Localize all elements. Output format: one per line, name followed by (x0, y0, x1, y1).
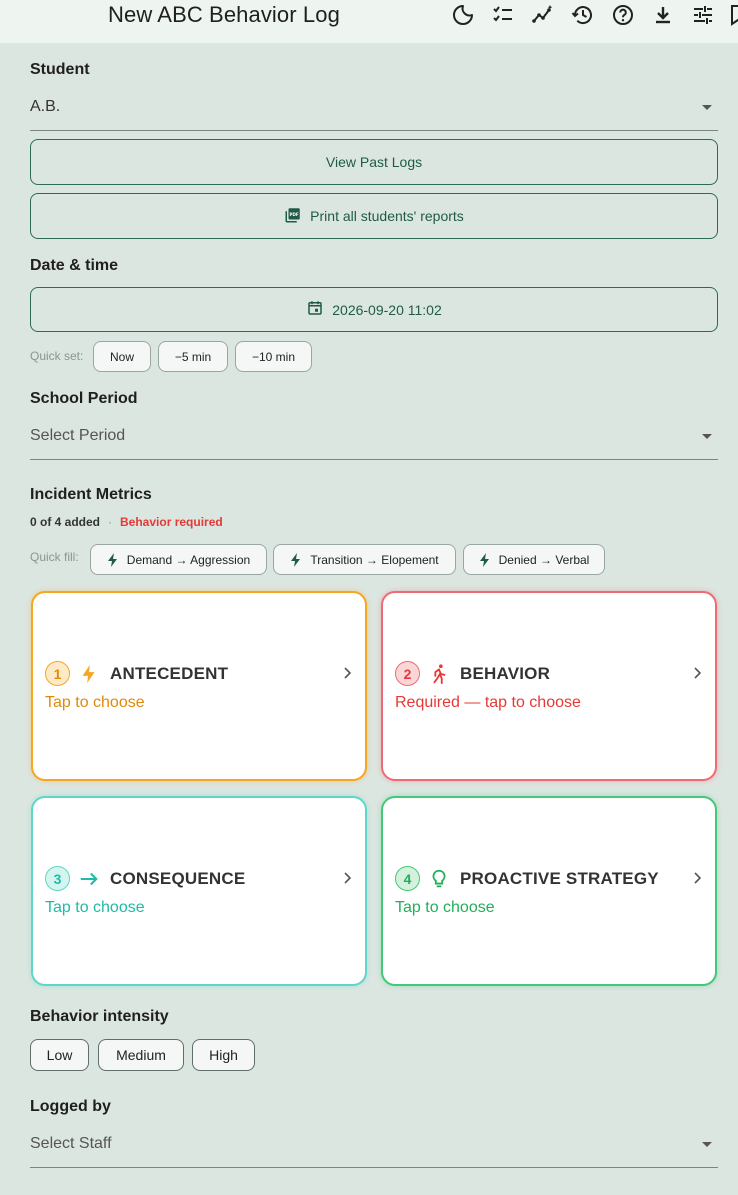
quick-fill-label: Quick fill: (30, 550, 79, 564)
chevron-down-icon (702, 434, 712, 439)
bolt-icon (291, 552, 301, 567)
pdf-icon: PDF (284, 206, 302, 227)
arrow-right-icon (78, 868, 100, 890)
consequence-title: CONSEQUENCE (110, 868, 246, 888)
running-person-icon (428, 663, 450, 685)
behavior-subtitle: Required — tap to choose (395, 694, 581, 711)
checklist-icon[interactable] (491, 3, 515, 27)
behavior-required-text: Behavior required (120, 515, 223, 529)
bookmark-icon[interactable] (726, 3, 738, 27)
datetime-label: Date & time (30, 257, 119, 274)
view-past-logs-label: View Past Logs (325, 154, 423, 170)
period-placeholder: Select Period (30, 427, 126, 444)
app-bar: New ABC Behavior Log (0, 0, 738, 43)
quick-fill-demand-aggression-label: Demand → Aggression (126, 552, 251, 567)
chevron-down-icon (702, 105, 712, 110)
step-number: 3 (45, 866, 70, 891)
metrics-status: 0 of 4 added · Behavior required (30, 515, 223, 529)
chevron-right-icon (694, 872, 701, 884)
intensity-high-label: High (209, 1047, 238, 1063)
step-number: 1 (45, 661, 70, 686)
metrics-count: 0 of 4 added (30, 515, 101, 529)
svg-text:PDF: PDF (290, 211, 299, 216)
proactive-strategy-title: PROACTIVE STRATEGY (460, 868, 659, 888)
calendar-icon (306, 299, 324, 320)
proactive-strategy-card[interactable]: 4 PROACTIVE STRATEGY Tap to choose (381, 796, 717, 986)
quick-set-now-label: Now (109, 349, 134, 364)
datetime-value: 2026-09-20 11:02 (332, 301, 442, 318)
staff-placeholder: Select Staff (30, 1135, 112, 1152)
page-title: New ABC Behavior Log (108, 2, 340, 27)
antecedent-subtitle: Tap to choose (45, 694, 145, 711)
bolt-icon (107, 552, 117, 567)
quick-set-minus10-button[interactable]: −10 min (235, 341, 312, 372)
lightbulb-icon (428, 868, 450, 890)
chevron-right-icon (694, 667, 701, 679)
quick-fill-transition-elopement-button[interactable]: Transition → Elopement (273, 544, 456, 575)
chevron-right-icon (344, 667, 351, 679)
chevron-down-icon (702, 1142, 712, 1147)
quick-set-now-button[interactable]: Now (93, 341, 151, 372)
view-past-logs-button[interactable]: View Past Logs (30, 139, 718, 185)
intensity-medium-label: Medium (116, 1047, 166, 1063)
bolt-icon (479, 552, 489, 567)
period-label: School Period (30, 390, 138, 407)
consequence-card[interactable]: 3 CONSEQUENCE Tap to choose (31, 796, 367, 986)
download-icon[interactable] (651, 3, 675, 27)
quick-fill-demand-aggression-button[interactable]: Demand → Aggression (90, 544, 267, 575)
behavior-title: BEHAVIOR (460, 663, 551, 683)
metrics-separator: · (108, 515, 113, 529)
student-select[interactable]: A.B. (30, 92, 718, 131)
insights-icon[interactable] (531, 3, 555, 27)
intensity-medium-button[interactable]: Medium (98, 1039, 184, 1071)
tune-icon[interactable] (691, 3, 715, 27)
step-number: 4 (395, 866, 420, 891)
history-icon[interactable] (571, 3, 595, 27)
quick-set-minus5-button[interactable]: −5 min (158, 341, 228, 372)
intensity-low-button[interactable]: Low (30, 1039, 89, 1071)
print-reports-button[interactable]: PDF Print all students' reports (30, 193, 718, 239)
intensity-label: Behavior intensity (30, 1008, 169, 1025)
quick-fill-denied-verbal-button[interactable]: Denied → Verbal (463, 544, 605, 575)
consequence-subtitle: Tap to choose (45, 899, 145, 916)
quick-fill-transition-elopement-label: Transition → Elopement (310, 552, 439, 567)
dark-mode-icon[interactable] (451, 3, 475, 27)
quick-set-minus5-label: −5 min (174, 349, 212, 364)
student-value: A.B. (30, 98, 61, 115)
bolt-icon (78, 663, 100, 685)
intensity-low-label: Low (46, 1047, 73, 1063)
intensity-high-button[interactable]: High (192, 1039, 255, 1071)
metrics-label: Incident Metrics (30, 486, 152, 503)
antecedent-title: ANTECEDENT (110, 663, 229, 683)
help-icon[interactable] (611, 3, 635, 27)
student-label: Student (30, 61, 90, 78)
behavior-card[interactable]: 2 BEHAVIOR Required — tap to choose (381, 591, 717, 781)
logged-by-label: Logged by (30, 1098, 111, 1115)
proactive-strategy-subtitle: Tap to choose (395, 899, 495, 916)
step-number: 2 (395, 661, 420, 686)
chevron-right-icon (344, 872, 351, 884)
period-select[interactable]: Select Period (30, 420, 718, 460)
quick-set-label: Quick set: (30, 349, 84, 363)
quick-set-minus10-label: −10 min (251, 349, 296, 364)
print-reports-label: Print all students' reports (310, 208, 464, 224)
staff-select[interactable]: Select Staff (30, 1128, 718, 1168)
datetime-button[interactable]: 2026-09-20 11:02 (30, 287, 718, 332)
antecedent-card[interactable]: 1 ANTECEDENT Tap to choose (31, 591, 367, 781)
quick-fill-denied-verbal-label: Denied → Verbal (498, 552, 590, 567)
